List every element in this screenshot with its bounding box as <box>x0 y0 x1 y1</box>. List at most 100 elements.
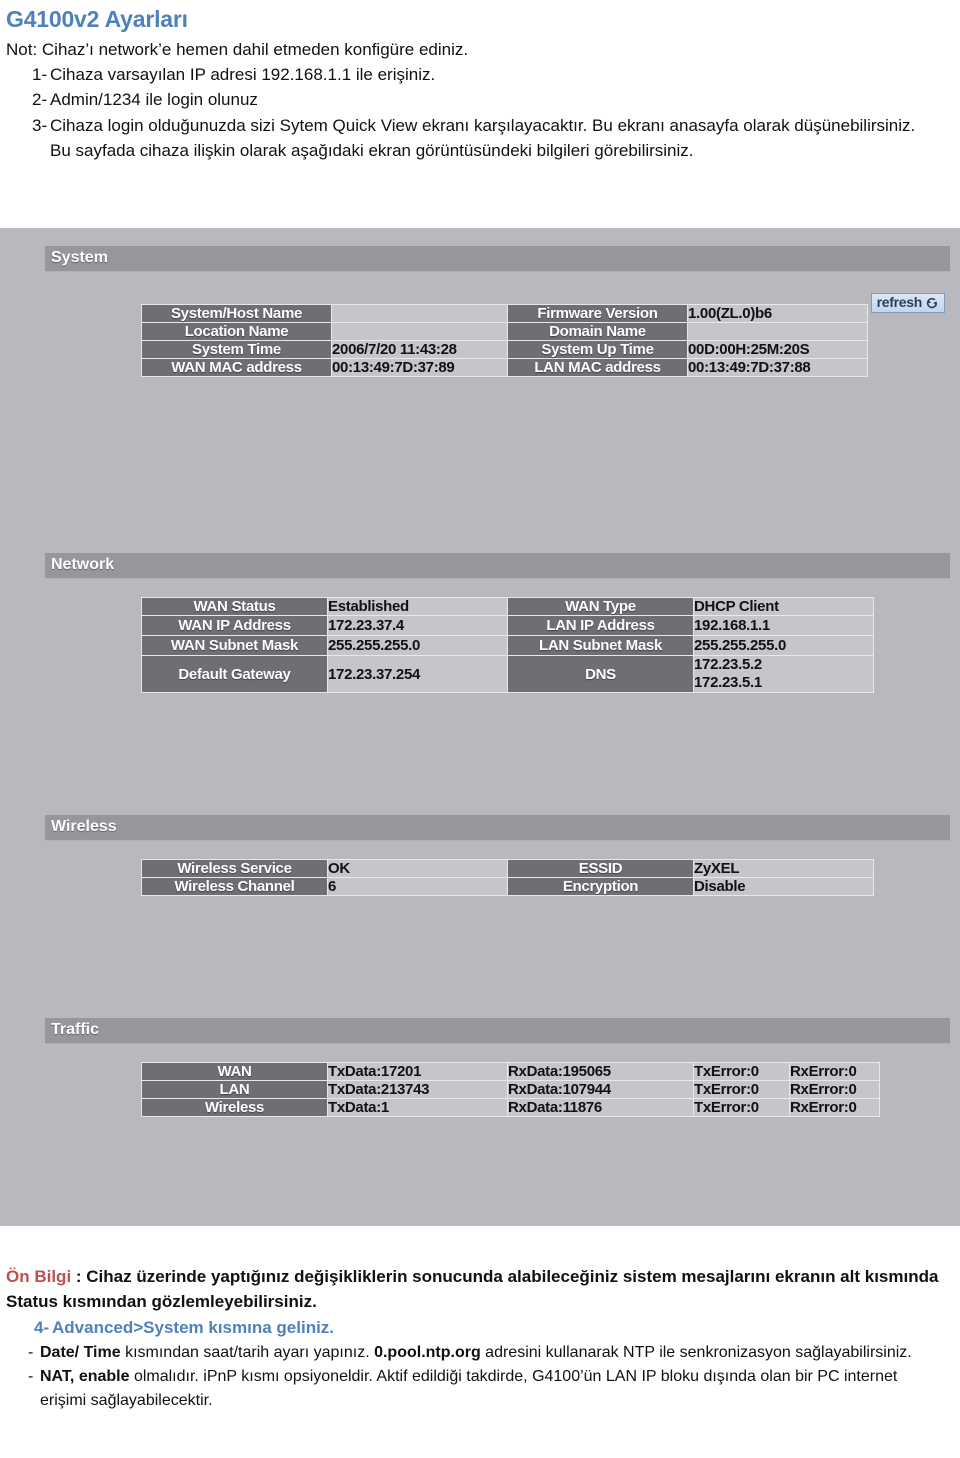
section-title: Traffic <box>51 1021 100 1038</box>
cell-label: LAN IP Address <box>507 615 694 636</box>
table-row: WAN IP Address 172.23.37.4 LAN IP Addres… <box>141 615 874 636</box>
section-header-wireless: Wireless <box>45 815 950 841</box>
cell-value <box>331 304 508 323</box>
cell-label: ESSID <box>507 859 694 878</box>
step-text: Cihaza varsayılan IP adresi 192.168.1.1 … <box>50 64 436 84</box>
section-header-traffic: Traffic <box>45 1018 950 1044</box>
cell-rxdata: RxData:11876 <box>507 1098 694 1117</box>
step-text: Admin/1234 ile login olunuz <box>50 90 258 110</box>
cell-label: LAN Subnet Mask <box>507 635 694 656</box>
document-footer: Ön Bilgi : Cihaz üzerinde yaptığınız değ… <box>0 1248 960 1413</box>
table-row: System/Host Name Firmware Version 1.00(Z… <box>141 304 868 323</box>
cell-label: Location Name <box>141 322 332 341</box>
bullet-plain-1: kısmından saat/tarih ayarı yapınız. <box>120 1343 375 1361</box>
step-number: 1- <box>32 64 48 84</box>
section-wireless: Wireless Wireless Service OK ESSID ZyXEL <box>45 815 950 896</box>
cell-interface: WAN <box>141 1062 328 1081</box>
table-row: System Time 2006/7/20 11:43:28 System Up… <box>141 340 868 359</box>
intro-step-list: 1- Cihaza varsayılan IP adresi 192.168.1… <box>6 63 950 164</box>
cell-value: 1.00(ZL.0)b6 <box>687 304 868 323</box>
intro-note: Not: Cihaz’ı network’e hemen dahil etmed… <box>6 39 469 59</box>
cell-value: OK <box>327 859 508 878</box>
cell-label: WAN Status <box>141 597 328 616</box>
list-item: 2- Admin/1234 ile login olunuz <box>6 88 950 113</box>
cell-label: System Up Time <box>507 340 688 359</box>
step-number: 4- <box>34 1318 50 1338</box>
cell-label: LAN MAC address <box>507 358 688 377</box>
table-row: WAN TxData:17201 RxData:195065 TxError:0… <box>141 1062 880 1081</box>
cell-rxerror: RxError:0 <box>789 1062 880 1081</box>
cell-value: DHCP Client <box>693 597 874 616</box>
network-table-wrap: WAN Status Established WAN Type DHCP Cli… <box>141 597 874 693</box>
bullet-bold-2: 0.pool.ntp.org <box>374 1343 481 1361</box>
router-quick-view-screenshot: System refresh System/Host Name Firmware… <box>0 228 960 1226</box>
section-network: Network WAN Status Established WAN Type … <box>45 553 950 693</box>
table-row: Location Name Domain Name <box>141 322 868 341</box>
cell-value: Established <box>327 597 508 616</box>
cell-rxerror: RxError:0 <box>789 1098 880 1117</box>
section-traffic: Traffic WAN TxData:17201 RxData:195065 T… <box>45 1018 950 1117</box>
on-bilgi-text: : Cihaz üzerinde yaptığınız değişiklikle… <box>6 1267 939 1311</box>
cell-value: 6 <box>327 877 508 896</box>
cell-value <box>331 322 508 341</box>
cell-rxdata: RxData:107944 <box>507 1080 694 1099</box>
cell-label: Encryption <box>507 877 694 896</box>
page-title: G4100v2 Ayarları <box>6 6 188 32</box>
cell-value: 2006/7/20 11:43:28 <box>331 340 508 359</box>
bullet-text: NAT, enable olmalıdır. iPnP kısmı opsiyo… <box>40 1365 952 1413</box>
bullet-dash: - <box>28 1343 34 1361</box>
cell-label: WAN MAC address <box>141 358 332 377</box>
cell-label: Domain Name <box>507 322 688 341</box>
table-row: Wireless Channel 6 Encryption Disable <box>141 877 874 896</box>
cell-value: 00:13:49:7D:37:88 <box>687 358 868 377</box>
network-table: WAN Status Established WAN Type DHCP Cli… <box>141 597 874 693</box>
cell-label: Wireless Service <box>141 859 328 878</box>
traffic-table-wrap: WAN TxData:17201 RxData:195065 TxError:0… <box>141 1062 880 1117</box>
cell-label: Default Gateway <box>141 655 328 693</box>
cell-value: 255.255.255.0 <box>693 635 874 656</box>
cell-value-dns: 172.23.5.2 172.23.5.1 <box>693 655 874 693</box>
cell-value: 00:13:49:7D:37:89 <box>331 358 508 377</box>
document-intro: G4100v2 Ayarları Not: Cihaz’ı network’e … <box>0 0 960 163</box>
footer-step-list: 4- Advanced>System kısmına geliniz. <box>6 1316 952 1341</box>
system-table-wrap: System/Host Name Firmware Version 1.00(Z… <box>141 304 868 377</box>
list-item: 4- Advanced>System kısmına geliniz. <box>6 1316 952 1341</box>
step-text: Advanced>System kısmına geliniz. <box>52 1318 335 1338</box>
cell-rxdata: RxData:195065 <box>507 1062 694 1081</box>
list-item: - Date/ Time kısmından saat/tarih ayarı … <box>6 1341 952 1365</box>
table-row: WAN Subnet Mask 255.255.255.0 LAN Subnet… <box>141 635 874 656</box>
bullet-bold-1: Date/ Time <box>40 1343 121 1361</box>
cell-interface: LAN <box>141 1080 328 1099</box>
cell-interface: Wireless <box>141 1098 328 1117</box>
table-row: Wireless Service OK ESSID ZyXEL <box>141 859 874 878</box>
table-row: WAN Status Established WAN Type DHCP Cli… <box>141 597 874 616</box>
cell-value: ZyXEL <box>693 859 874 878</box>
bullet-bold-1: NAT, enable <box>40 1367 130 1385</box>
system-table: System/Host Name Firmware Version 1.00(Z… <box>141 304 868 377</box>
on-bilgi-paragraph: Ön Bilgi : Cihaz üzerinde yaptığınız değ… <box>6 1265 952 1314</box>
refresh-label: refresh <box>876 294 923 310</box>
cell-label: System/Host Name <box>141 304 332 323</box>
step-number: 2- <box>32 90 48 110</box>
list-item: - NAT, enable olmalıdır. iPnP kısmı opsi… <box>6 1365 952 1413</box>
cell-rxerror: RxError:0 <box>789 1080 880 1099</box>
footer-bullet-list: - Date/ Time kısmından saat/tarih ayarı … <box>6 1341 952 1413</box>
cell-value: Disable <box>693 877 874 896</box>
step-text: Cihaza login olduğunuzda sizi Sytem Quic… <box>50 116 916 160</box>
refresh-button[interactable]: refresh <box>870 293 945 314</box>
cell-txdata: TxData:17201 <box>327 1062 508 1081</box>
cell-value: 172.23.37.4 <box>327 615 508 636</box>
cell-label: System Time <box>141 340 332 359</box>
cell-txerror: TxError:0 <box>693 1080 790 1099</box>
traffic-table: WAN TxData:17201 RxData:195065 TxError:0… <box>141 1062 880 1117</box>
refresh-icon <box>925 296 939 310</box>
cell-value <box>687 322 868 341</box>
section-header-system: System <box>45 246 950 272</box>
cell-label: Firmware Version <box>507 304 688 323</box>
cell-value: 192.168.1.1 <box>693 615 874 636</box>
cell-label: WAN IP Address <box>141 615 328 636</box>
on-bilgi-label: Ön Bilgi <box>6 1267 72 1286</box>
section-title: Wireless <box>51 818 117 835</box>
table-row: Default Gateway 172.23.37.254 DNS 172.23… <box>141 655 874 693</box>
section-header-network: Network <box>45 553 950 579</box>
